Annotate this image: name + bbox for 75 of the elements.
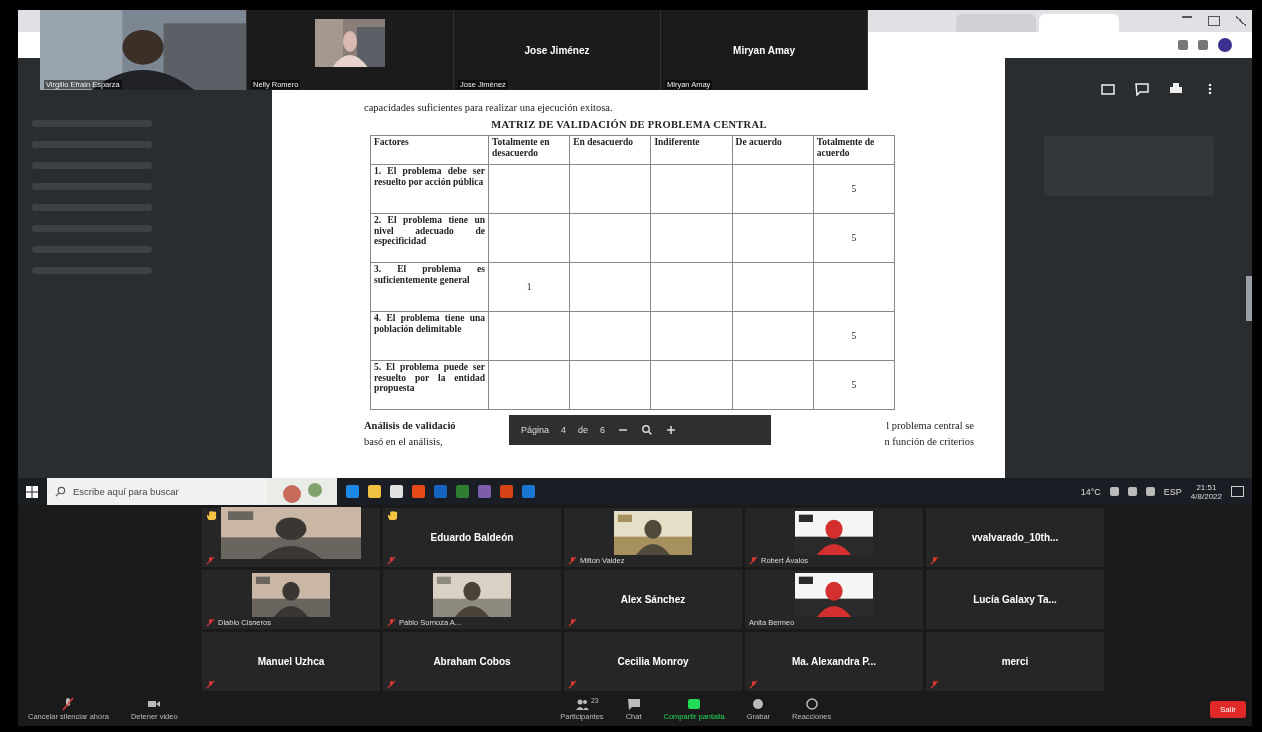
- video-tile[interactable]: Manuel Uzhca: [202, 632, 380, 691]
- people-icon: [574, 697, 589, 711]
- video-tile[interactable]: Ma. Alexandra P...: [745, 632, 923, 691]
- table-cell: 5: [813, 311, 895, 361]
- column-header: Totalmente de acuerdo: [813, 135, 895, 165]
- participant-name: merci: [1001, 656, 1029, 667]
- table-cell: 5: [813, 213, 895, 263]
- video-tile[interactable]: Eduardo Baldeón: [383, 508, 561, 567]
- close-icon[interactable]: [1236, 16, 1246, 26]
- participant-name: Abraham Cobos: [433, 656, 511, 667]
- app-icon[interactable]: [434, 485, 447, 498]
- app-icon[interactable]: [456, 485, 469, 498]
- column-header: Indiferente: [650, 135, 733, 165]
- video-tile[interactable]: Cecilia Monroy: [564, 632, 742, 691]
- table-cell: 1. El problema debe ser resuelto por acción pública: [370, 164, 489, 214]
- paragraph-fragment: n función de criterios: [884, 435, 974, 449]
- participant-name: Eduardo Baldeón: [430, 532, 514, 543]
- app-icon[interactable]: [368, 485, 381, 498]
- zoom-in-icon[interactable]: [665, 424, 678, 436]
- app-icon[interactable]: [522, 485, 535, 498]
- temperature: 14°C: [1080, 486, 1101, 497]
- column-header: Factores: [370, 135, 489, 165]
- table-cell: 2. El problema tiene un nivel adecuado de especificidad: [370, 213, 489, 263]
- record-icon: [751, 697, 766, 711]
- comment-icon[interactable]: [1134, 82, 1149, 96]
- chat-icon: [626, 697, 641, 711]
- paragraph-fragment: l problema central se: [886, 419, 974, 433]
- app-icon[interactable]: [500, 485, 513, 498]
- notification-icon[interactable]: [1231, 486, 1244, 497]
- app-icon[interactable]: [478, 485, 491, 498]
- video-tile[interactable]: Abraham Cobos: [383, 632, 561, 691]
- table-cell: 5: [813, 164, 895, 214]
- clock[interactable]: 21:51 4/8/2022: [1190, 482, 1222, 501]
- video-tile[interactable]: Lucía Galaxy Ta...: [926, 570, 1104, 629]
- table-cell: 5: [813, 360, 895, 410]
- windows-icon[interactable]: [26, 485, 38, 498]
- column-header: Totalmente en desacuerdo: [488, 135, 570, 165]
- participant-name: Jose Jiménez: [524, 44, 590, 56]
- table-title: MATRIZ DE VALIDACIÓN DE PROBLEMA CENTRAL: [490, 119, 768, 130]
- video-tile[interactable]: [202, 508, 380, 567]
- maximize-icon[interactable]: [1208, 16, 1220, 26]
- table-cell: 4. El problema tiene una población delimitable: [370, 311, 489, 361]
- page-number[interactable]: 4: [561, 425, 567, 435]
- profile-avatar[interactable]: [1218, 38, 1232, 52]
- leave-button[interactable]: Salir: [1210, 700, 1246, 718]
- participant-name: Alex Sánchez: [620, 594, 686, 605]
- participant-name: Manuel Uzhca: [257, 656, 325, 667]
- language-indicator[interactable]: ESP: [1163, 486, 1182, 497]
- search-icon[interactable]: [641, 424, 654, 436]
- column-header: En desacuerdo: [569, 135, 651, 165]
- app-icon[interactable]: [412, 485, 425, 498]
- participant-name: Ma. Alexandra P...: [792, 656, 876, 667]
- share-screen-icon: [687, 697, 702, 711]
- app-icon[interactable]: [346, 485, 359, 498]
- page-total: 6: [600, 425, 606, 435]
- video-tile[interactable]: vvalvarado_10th...: [926, 508, 1104, 567]
- column-header: De acuerdo: [732, 135, 814, 165]
- search-field[interactable]: Escribe aquí para buscar: [47, 478, 267, 505]
- table-cell: 3. El problema es suficientemente general: [370, 262, 489, 312]
- participant-name: Lucía Galaxy Ta...: [973, 594, 1057, 605]
- paragraph: capacidades suficientes para realizar una ejecución exitosa.: [364, 102, 614, 113]
- page-separator: de: [578, 425, 589, 435]
- video-tile[interactable]: Alex Sánchez: [564, 570, 742, 629]
- paragraph-fragment: basó en el análisis,: [364, 435, 443, 449]
- scrollbar[interactable]: [1246, 276, 1252, 321]
- app-icon[interactable]: [390, 485, 403, 498]
- video-tile[interactable]: merci: [926, 632, 1104, 691]
- participant-name: vvalvarado_10th...: [971, 532, 1059, 543]
- paragraph-fragment: Análisis de validació: [364, 419, 456, 433]
- page-label: Página: [521, 425, 550, 435]
- table-cell: 1: [488, 262, 570, 312]
- table-cell: 5. El problema puede ser resuelto por la entidad propuesta: [370, 360, 489, 410]
- participant-name: Cecilia Monroy: [617, 656, 689, 667]
- muted-microphone-icon: [61, 697, 76, 711]
- participant-name: Miryan Amay: [733, 44, 795, 56]
